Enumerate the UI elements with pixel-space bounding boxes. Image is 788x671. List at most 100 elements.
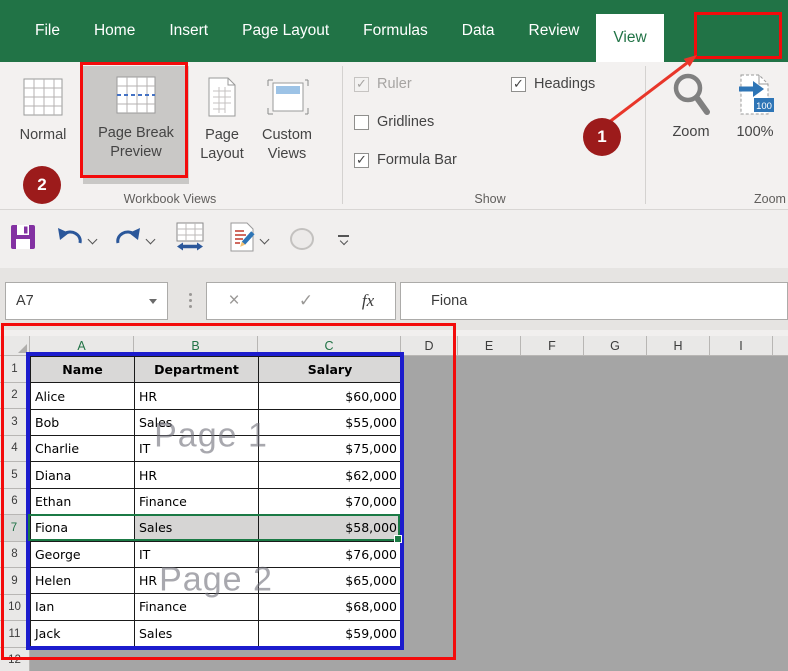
cell-a11[interactable]: Jack (31, 620, 135, 646)
row-header-2[interactable]: 2 (0, 383, 30, 410)
cell-c6[interactable]: $70,000 (259, 488, 402, 514)
tab-formulas[interactable]: Formulas (346, 0, 445, 62)
header-department[interactable]: Department (135, 357, 259, 383)
cell-c7[interactable]: $58,000 (259, 515, 402, 541)
cell-a9[interactable]: Helen (31, 567, 135, 593)
cell-c5[interactable]: $62,000 (259, 462, 402, 488)
column-header-i[interactable]: I (710, 336, 773, 355)
row-header-10[interactable]: 10 (0, 595, 30, 622)
cell-b6[interactable]: Finance (135, 488, 259, 514)
cell-c9[interactable]: $65,000 (259, 567, 402, 593)
cell-b9[interactable]: HR (135, 567, 259, 593)
tab-review[interactable]: Review (512, 0, 597, 62)
tab-data[interactable]: Data (445, 0, 512, 62)
column-header-a[interactable]: A (30, 336, 134, 355)
column-header-d[interactable]: D (401, 336, 458, 355)
cell-b2[interactable]: HR (135, 383, 259, 409)
tab-view[interactable]: View (596, 14, 663, 62)
row-header-6[interactable]: 6 (0, 489, 30, 516)
cell-c11[interactable]: $59,000 (259, 620, 402, 646)
cell-a5[interactable]: Diana (31, 462, 135, 488)
column-header-b[interactable]: B (134, 336, 258, 355)
cell-a3[interactable]: Bob (31, 409, 135, 435)
cell-c3[interactable]: $55,000 (259, 409, 402, 435)
zoom-button[interactable]: Zoom (660, 68, 722, 140)
confirm-icon[interactable]: ✓ (291, 283, 321, 319)
zoom-magnifier-icon (669, 68, 713, 124)
cell-a10[interactable]: Ian (31, 594, 135, 620)
row-header-5[interactable]: 5 (0, 462, 30, 489)
column-header-g[interactable]: G (584, 336, 647, 355)
page-break-preview-label: Page Break Preview (83, 124, 189, 162)
tab-insert[interactable]: Insert (152, 0, 225, 62)
headings-label: Headings (534, 76, 595, 92)
insert-function-icon[interactable]: fx (353, 283, 383, 319)
headings-checkbox[interactable]: Headings (511, 76, 595, 92)
headings-checkbox-icon (511, 77, 526, 92)
cell-b7[interactable]: Sales (135, 515, 259, 541)
cell-a6[interactable]: Ethan (31, 488, 135, 514)
cell-c2[interactable]: $60,000 (259, 383, 402, 409)
cell-a8[interactable]: George (31, 541, 135, 567)
redo-dropdown[interactable] (147, 236, 154, 243)
cell-b10[interactable]: Finance (135, 594, 259, 620)
gridlines-checkbox[interactable]: Gridlines (354, 114, 434, 130)
name-box[interactable]: A7 (5, 282, 168, 320)
cell-b11[interactable]: Sales (135, 620, 259, 646)
edit-document-button[interactable] (228, 222, 256, 257)
row-headers: 1 2 3 4 5 6 7 8 9 10 11 12 (0, 356, 30, 671)
zoom-100-button[interactable]: 100 100% (726, 68, 784, 140)
cell-b4[interactable]: IT (135, 436, 259, 462)
data-table: Name Department Salary Alice HR $60,000 … (30, 356, 402, 647)
oval-shape-button[interactable] (290, 228, 314, 250)
row-header-1[interactable]: 1 (0, 356, 30, 383)
cancel-icon[interactable]: × (219, 283, 249, 319)
formula-input[interactable]: Fiona (400, 282, 788, 320)
cell-c4[interactable]: $75,000 (259, 436, 402, 462)
cell-c8[interactable]: $76,000 (259, 541, 402, 567)
row-header-11[interactable]: 11 (0, 621, 30, 648)
cell-a2[interactable]: Alice (31, 383, 135, 409)
normal-view-button[interactable]: Normal (8, 68, 78, 182)
column-header-c[interactable]: C (258, 336, 401, 355)
save-button[interactable] (10, 224, 36, 255)
name-box-value: A7 (6, 293, 149, 309)
column-header-e[interactable]: E (458, 336, 521, 355)
row-header-7[interactable]: 7 (0, 515, 30, 542)
tab-file[interactable]: File (18, 0, 77, 62)
ruler-checkbox[interactable]: Ruler (354, 76, 412, 92)
name-box-dropdown-icon[interactable] (149, 299, 157, 304)
row-header-3[interactable]: 3 (0, 409, 30, 436)
cell-a4[interactable]: Charlie (31, 436, 135, 462)
customize-qat-button[interactable] (338, 235, 349, 244)
page-break-preview-button[interactable]: Page Break Preview (83, 66, 189, 184)
custom-views-button[interactable]: Custom Views (253, 68, 321, 182)
cell-b8[interactable]: IT (135, 541, 259, 567)
row-header-8[interactable]: 8 (0, 542, 30, 569)
redo-button[interactable] (114, 225, 142, 254)
header-name[interactable]: Name (31, 357, 135, 383)
cell-b3[interactable]: Sales (135, 409, 259, 435)
normal-view-label: Normal (20, 126, 67, 145)
column-header-h[interactable]: H (647, 336, 710, 355)
page-layout-view-button[interactable]: Page Layout (193, 68, 251, 182)
undo-dropdown[interactable] (89, 236, 96, 243)
cell-b5[interactable]: HR (135, 462, 259, 488)
select-all-corner[interactable] (0, 336, 30, 356)
row-header-12[interactable]: 12 (0, 648, 30, 671)
edit-document-dropdown[interactable] (261, 236, 268, 243)
table-row: George IT $76,000 (31, 541, 402, 567)
cell-c10[interactable]: $68,000 (259, 594, 402, 620)
active-cell-a7[interactable]: Fiona (31, 515, 135, 541)
undo-button[interactable] (56, 225, 84, 254)
column-header-f[interactable]: F (521, 336, 584, 355)
normal-view-icon (20, 68, 66, 126)
formula-bar-checkbox[interactable]: Formula Bar (354, 152, 457, 168)
column-header-filler (773, 336, 788, 355)
autofit-column-width-button[interactable] (174, 222, 206, 257)
tab-home[interactable]: Home (77, 0, 152, 62)
tab-page-layout[interactable]: Page Layout (225, 0, 346, 62)
row-header-9[interactable]: 9 (0, 568, 30, 595)
row-header-4[interactable]: 4 (0, 436, 30, 463)
header-salary[interactable]: Salary (259, 357, 402, 383)
